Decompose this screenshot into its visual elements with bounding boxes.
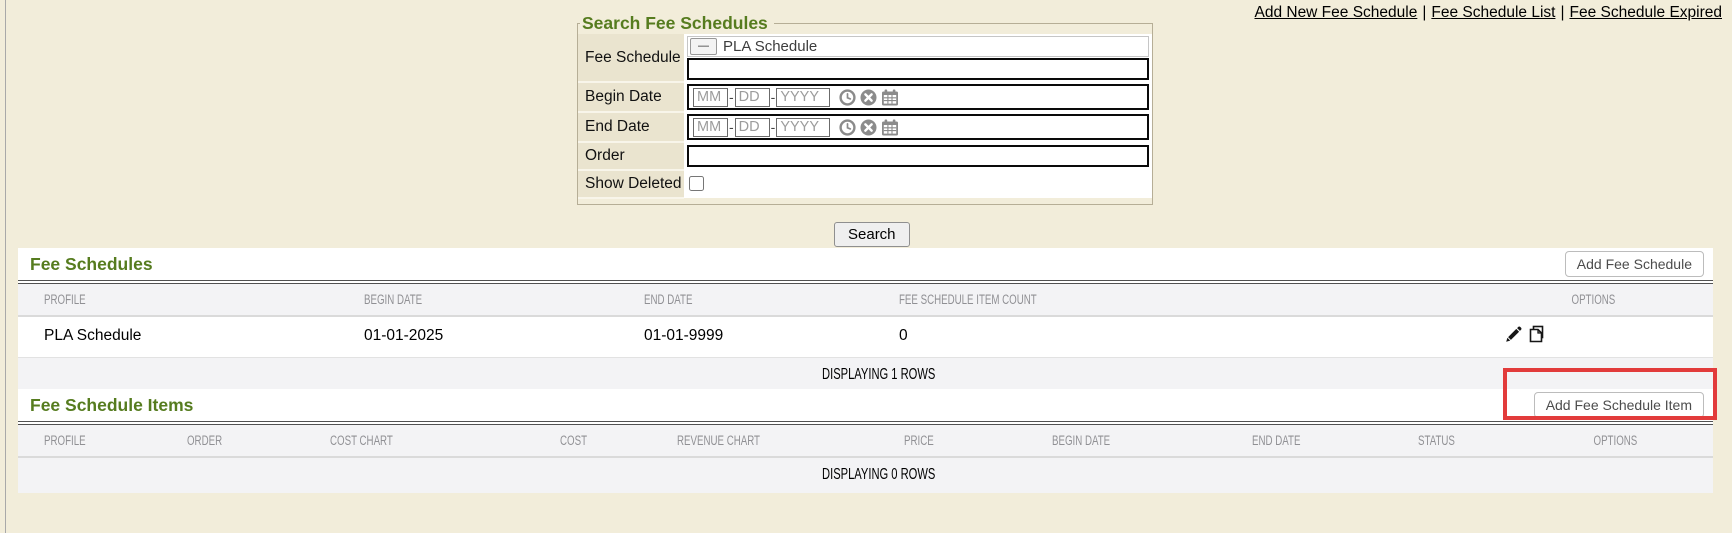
fee-schedule-expired-link[interactable]: Fee Schedule Expired — [1569, 4, 1722, 21]
clock-icon[interactable] — [839, 119, 856, 136]
show-deleted-row: Show Deleted — [578, 170, 1152, 198]
cell-begin-date: 01-01-2025 — [338, 316, 618, 357]
fee-schedules-section: Fee Schedules Add Fee Schedule PROFILE B… — [18, 248, 1713, 393]
table-row: PLA Schedule 01-01-2025 01-01-9999 0 — [18, 316, 1713, 357]
remove-selection-button[interactable]: — — [690, 38, 717, 55]
begin-date-inputs: - - — [687, 84, 1149, 110]
add-fee-schedule-item-button[interactable]: Add Fee Schedule Item — [1534, 392, 1704, 418]
date-separator: - — [729, 119, 734, 135]
begin-date-field: - - — [684, 82, 1152, 112]
fee-schedule-items-section: Fee Schedule Items Add Fee Schedule Item… — [18, 389, 1713, 493]
order-field — [684, 142, 1152, 170]
displaying-count: DISPLAYING 0 ROWS — [18, 457, 1713, 493]
end-date-inputs: - - — [687, 114, 1149, 140]
begin-month-input[interactable] — [693, 88, 728, 107]
end-date-field: - - — [684, 112, 1152, 142]
col-price: PRICE — [878, 425, 1026, 457]
cell-profile: PLA Schedule — [18, 316, 338, 357]
col-profile: PROFILE — [18, 425, 161, 457]
fee-schedules-table: PROFILE BEGIN DATE END DATE FEE SCHEDULE… — [18, 284, 1713, 393]
end-date-icon-group — [839, 119, 899, 136]
cell-options — [1473, 316, 1713, 357]
fee-schedule-items-header-row: PROFILE ORDER COST CHART COST REVENUE CH… — [18, 425, 1713, 457]
begin-year-input[interactable] — [776, 88, 830, 107]
col-options: OPTIONS — [1473, 284, 1713, 316]
row-options-group — [1505, 325, 1546, 343]
order-input[interactable] — [687, 145, 1149, 167]
show-deleted-field — [684, 170, 1152, 198]
col-cost: COST — [534, 425, 651, 457]
show-deleted-checkbox[interactable] — [689, 176, 704, 191]
top-nav: Add New Fee Schedule | Fee Schedule List | F… — [1254, 4, 1722, 22]
copy-icon[interactable] — [1527, 325, 1546, 343]
begin-date-label: Begin Date — [578, 82, 684, 112]
col-item-count: FEE SCHEDULE ITEM COUNT — [873, 284, 1473, 316]
date-separator: - — [771, 119, 776, 135]
col-end-date: END DATE — [1226, 425, 1392, 457]
fee-schedule-row: Fee Schedule — PLA Schedule — [578, 34, 1152, 82]
add-new-fee-schedule-link[interactable]: Add New Fee Schedule — [1254, 4, 1417, 21]
end-month-input[interactable] — [693, 118, 728, 137]
displaying-count: DISPLAYING 1 ROWS — [18, 357, 1713, 393]
end-date-row: End Date - - — [578, 112, 1152, 142]
end-year-input[interactable] — [776, 118, 830, 137]
col-cost-chart: COST CHART — [304, 425, 534, 457]
fee-schedule-items-title: Fee Schedule Items — [30, 395, 193, 416]
col-begin-date: BEGIN DATE — [338, 284, 618, 316]
order-row: Order — [578, 142, 1152, 170]
fee-schedules-title: Fee Schedules — [30, 254, 153, 275]
displaying-row: DISPLAYING 1 ROWS — [18, 357, 1713, 393]
begin-date-icon-group — [839, 89, 899, 106]
fee-schedule-field: — PLA Schedule — [684, 34, 1152, 82]
end-day-input[interactable] — [735, 118, 770, 137]
col-status: STATUS — [1392, 425, 1518, 457]
calendar-icon[interactable] — [881, 89, 899, 106]
cell-item-count: 0 — [873, 316, 1473, 357]
selected-fee-schedule: — PLA Schedule — [687, 36, 1149, 57]
selected-fee-schedule-label: PLA Schedule — [723, 38, 817, 55]
edit-pencil-icon[interactable] — [1505, 326, 1522, 343]
fee-schedules-header: Fee Schedules Add Fee Schedule — [18, 248, 1713, 284]
clear-icon[interactable] — [860, 119, 877, 136]
search-form-table: Fee Schedule — PLA Schedule Begin Date -… — [578, 34, 1152, 199]
date-separator: - — [729, 89, 734, 105]
search-form-legend: Search Fee Schedules — [580, 13, 774, 34]
col-end-date: END DATE — [618, 284, 873, 316]
col-order: ORDER — [161, 425, 304, 457]
begin-day-input[interactable] — [735, 88, 770, 107]
begin-date-row: Begin Date - - — [578, 82, 1152, 112]
fee-schedule-list-link[interactable]: Fee Schedule List — [1431, 4, 1555, 21]
fee-schedule-input[interactable] — [687, 58, 1149, 80]
search-fee-schedules-form: Search Fee Schedules Fee Schedule — PLA … — [577, 13, 1153, 205]
fee-schedule-label: Fee Schedule — [578, 34, 684, 82]
clear-icon[interactable] — [860, 89, 877, 106]
add-fee-schedule-button[interactable]: Add Fee Schedule — [1565, 251, 1704, 277]
fee-schedules-header-row: PROFILE BEGIN DATE END DATE FEE SCHEDULE… — [18, 284, 1713, 316]
show-deleted-label: Show Deleted — [578, 170, 684, 198]
end-date-label: End Date — [578, 112, 684, 142]
displaying-row: DISPLAYING 0 ROWS — [18, 457, 1713, 493]
col-begin-date: BEGIN DATE — [1026, 425, 1226, 457]
link-separator: | — [1422, 4, 1426, 21]
calendar-icon[interactable] — [881, 119, 899, 136]
cell-end-date: 01-01-9999 — [618, 316, 873, 357]
col-options: OPTIONS — [1518, 425, 1713, 457]
col-profile: PROFILE — [18, 284, 338, 316]
clock-icon[interactable] — [839, 89, 856, 106]
left-frame-divider — [0, 0, 6, 533]
link-separator: | — [1560, 4, 1564, 21]
fee-schedule-items-header: Fee Schedule Items Add Fee Schedule Item — [18, 389, 1713, 425]
search-button[interactable]: Search — [834, 222, 910, 247]
order-label: Order — [578, 142, 684, 170]
date-separator: - — [771, 89, 776, 105]
col-revenue-chart: REVENUE CHART — [651, 425, 878, 457]
fee-schedule-items-table: PROFILE ORDER COST CHART COST REVENUE CH… — [18, 425, 1713, 493]
